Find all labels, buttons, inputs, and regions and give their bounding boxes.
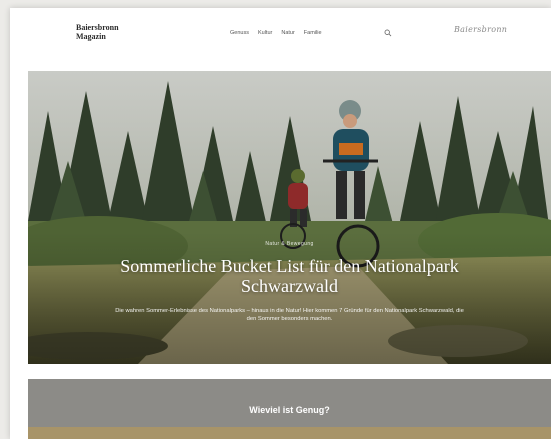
hero-kicker[interactable]: Natur & Bewegung [28, 241, 551, 247]
hero-section[interactable]: Natur & Bewegung Sommerliche Bucket List… [28, 71, 551, 364]
page-frame: Baiersbronn Magazin Genuss Kultur Natur … [10, 8, 551, 439]
site-header: Baiersbronn Magazin Genuss Kultur Natur … [10, 8, 551, 70]
teaser-strip [28, 427, 551, 439]
nav-item-kultur[interactable]: Kultur [258, 30, 272, 36]
brand-line-1: Baiersbronn [76, 23, 119, 32]
nav-item-natur[interactable]: Natur [281, 30, 294, 36]
brand-logo[interactable]: Baiersbronn Magazin [76, 23, 119, 41]
nav-item-familie[interactable]: Familie [304, 30, 322, 36]
search-icon[interactable] [384, 29, 392, 37]
teaser-title[interactable]: Wieviel ist Genug? [28, 405, 551, 415]
main-nav: Genuss Kultur Natur Familie [230, 30, 322, 36]
hero-lead: Die wahren Sommer-Erlebnisse des Nationa… [115, 308, 464, 322]
teaser-band[interactable]: Wieviel ist Genug? [28, 379, 551, 439]
nav-item-genuss[interactable]: Genuss [230, 30, 249, 36]
hero-title[interactable]: Sommerliche Bucket List für den National… [88, 256, 491, 296]
brand-line-2: Magazin [76, 32, 106, 41]
script-logo[interactable]: Baiersbronn [454, 25, 507, 34]
